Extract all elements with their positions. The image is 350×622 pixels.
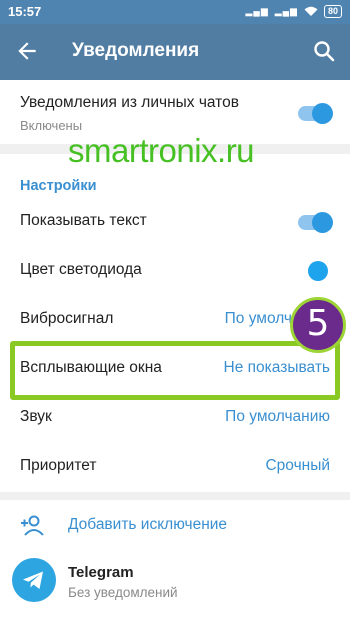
highlight-frame bbox=[10, 341, 340, 400]
settings-section-title: Настройки bbox=[20, 178, 97, 194]
vibration-label: Вибросигнал bbox=[20, 310, 114, 327]
show-text-toggle[interactable] bbox=[298, 212, 333, 233]
status-time: 15:57 bbox=[8, 4, 42, 19]
private-chats-toggle[interactable] bbox=[298, 103, 333, 124]
toggle-knob bbox=[312, 212, 333, 233]
telegram-avatar bbox=[12, 558, 56, 602]
show-text-row[interactable]: Показывать текст bbox=[0, 198, 350, 247]
exception-item[interactable]: Telegram Без уведомлений bbox=[0, 550, 350, 612]
app-bar: Уведомления bbox=[0, 24, 350, 80]
signal-icon: ▂▄▆ bbox=[245, 6, 269, 16]
led-color-label: Цвет светодиода bbox=[20, 261, 142, 278]
add-exception-row[interactable]: Добавить исключение bbox=[0, 500, 350, 550]
private-chats-label: Уведомления из личных чатов bbox=[20, 94, 239, 111]
vibration-value: По умолч bbox=[224, 310, 292, 327]
telegram-plane-icon bbox=[23, 571, 43, 589]
step-badge: 5 bbox=[290, 297, 346, 353]
sound-value: По умолчанию bbox=[225, 408, 330, 425]
wifi-icon bbox=[304, 6, 318, 16]
led-color-swatch bbox=[308, 261, 328, 281]
private-chats-status: Включены bbox=[20, 118, 83, 133]
add-user-icon bbox=[21, 515, 44, 536]
priority-label: Приоритет bbox=[20, 457, 97, 474]
page-title: Уведомления bbox=[72, 40, 200, 61]
status-bar: 15:57 ▂▄▆ ▂▄▆ 80 bbox=[0, 0, 350, 24]
add-exception-label: Добавить исключение bbox=[68, 516, 228, 533]
signal-icon-2: ▂▄▆ bbox=[274, 6, 298, 16]
search-icon[interactable] bbox=[312, 39, 336, 63]
exception-name: Telegram bbox=[68, 564, 134, 581]
sound-row[interactable]: Звук По умолчанию bbox=[0, 394, 350, 443]
exception-status: Без уведомлений bbox=[68, 585, 178, 600]
priority-row[interactable]: Приоритет Срочный bbox=[0, 443, 350, 492]
toggle-knob bbox=[312, 103, 333, 124]
led-color-row[interactable]: Цвет светодиода bbox=[0, 247, 350, 296]
show-text-label: Показывать текст bbox=[20, 212, 147, 229]
status-icons: ▂▄▆ ▂▄▆ 80 bbox=[246, 5, 342, 18]
priority-value: Срочный bbox=[265, 457, 330, 474]
watermark-text: smartronix.ru bbox=[68, 132, 255, 169]
battery-icon: 80 bbox=[323, 5, 342, 18]
sound-label: Звук bbox=[20, 408, 52, 425]
back-arrow-icon[interactable] bbox=[14, 38, 40, 64]
